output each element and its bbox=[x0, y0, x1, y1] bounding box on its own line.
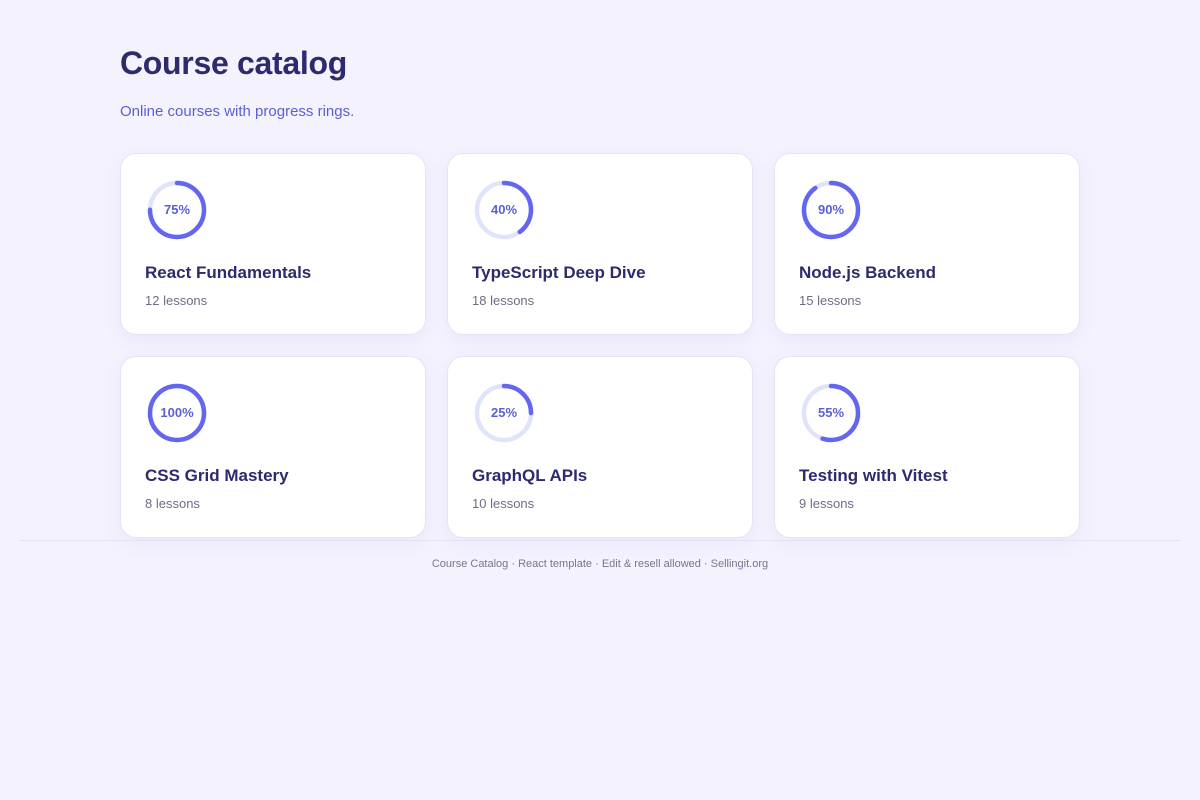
course-title: Testing with Vitest bbox=[799, 466, 948, 485]
page-subtitle: Online courses with progress rings. bbox=[120, 103, 355, 120]
page-header: Course catalog Online courses with progr… bbox=[120, 42, 354, 122]
course-title: GraphQL APIs bbox=[472, 466, 588, 485]
progress-ring: 55% bbox=[801, 383, 861, 443]
lesson-count: 15 lessons bbox=[799, 293, 862, 308]
progress-ring: 100% bbox=[147, 383, 207, 443]
page-title: Course catalog bbox=[120, 45, 347, 81]
course-card[interactable]: 40% TypeScript Deep Dive 18 lessons bbox=[447, 153, 753, 335]
course-card[interactable]: 90% Node.js Backend 15 lessons bbox=[774, 153, 1080, 335]
footer-text: Course Catalog · React template · Edit &… bbox=[431, 558, 769, 570]
course-title: TypeScript Deep Dive bbox=[472, 263, 646, 282]
page: Course catalog Online courses with progr… bbox=[0, 0, 1200, 800]
progress-percent-label: 75% bbox=[163, 202, 191, 217]
progress-ring: 75% bbox=[147, 180, 207, 240]
progress-percent-label: 55% bbox=[817, 405, 845, 420]
progress-ring: 90% bbox=[801, 180, 861, 240]
progress-ring: 25% bbox=[474, 383, 534, 443]
progress-percent-label: 100% bbox=[160, 405, 194, 420]
lesson-count: 10 lessons bbox=[472, 496, 535, 511]
footer-divider bbox=[20, 540, 1180, 541]
course-card[interactable]: 75% React Fundamentals 12 lessons bbox=[120, 153, 426, 335]
lesson-count: 9 lessons bbox=[799, 496, 854, 511]
course-title: Node.js Backend bbox=[799, 263, 936, 282]
course-grid: 75% React Fundamentals 12 lessons 40% Ty… bbox=[120, 153, 1080, 538]
course-card[interactable]: 25% GraphQL APIs 10 lessons bbox=[447, 356, 753, 538]
course-title: React Fundamentals bbox=[145, 263, 312, 282]
course-card[interactable]: 100% CSS Grid Mastery 8 lessons bbox=[120, 356, 426, 538]
lesson-count: 18 lessons bbox=[472, 293, 535, 308]
lesson-count: 8 lessons bbox=[145, 496, 200, 511]
progress-percent-label: 25% bbox=[490, 405, 518, 420]
course-card[interactable]: 55% Testing with Vitest 9 lessons bbox=[774, 356, 1080, 538]
progress-percent-label: 40% bbox=[490, 202, 518, 217]
progress-ring: 40% bbox=[474, 180, 534, 240]
progress-percent-label: 90% bbox=[817, 202, 845, 217]
course-title: CSS Grid Mastery bbox=[145, 466, 289, 485]
lesson-count: 12 lessons bbox=[145, 293, 208, 308]
